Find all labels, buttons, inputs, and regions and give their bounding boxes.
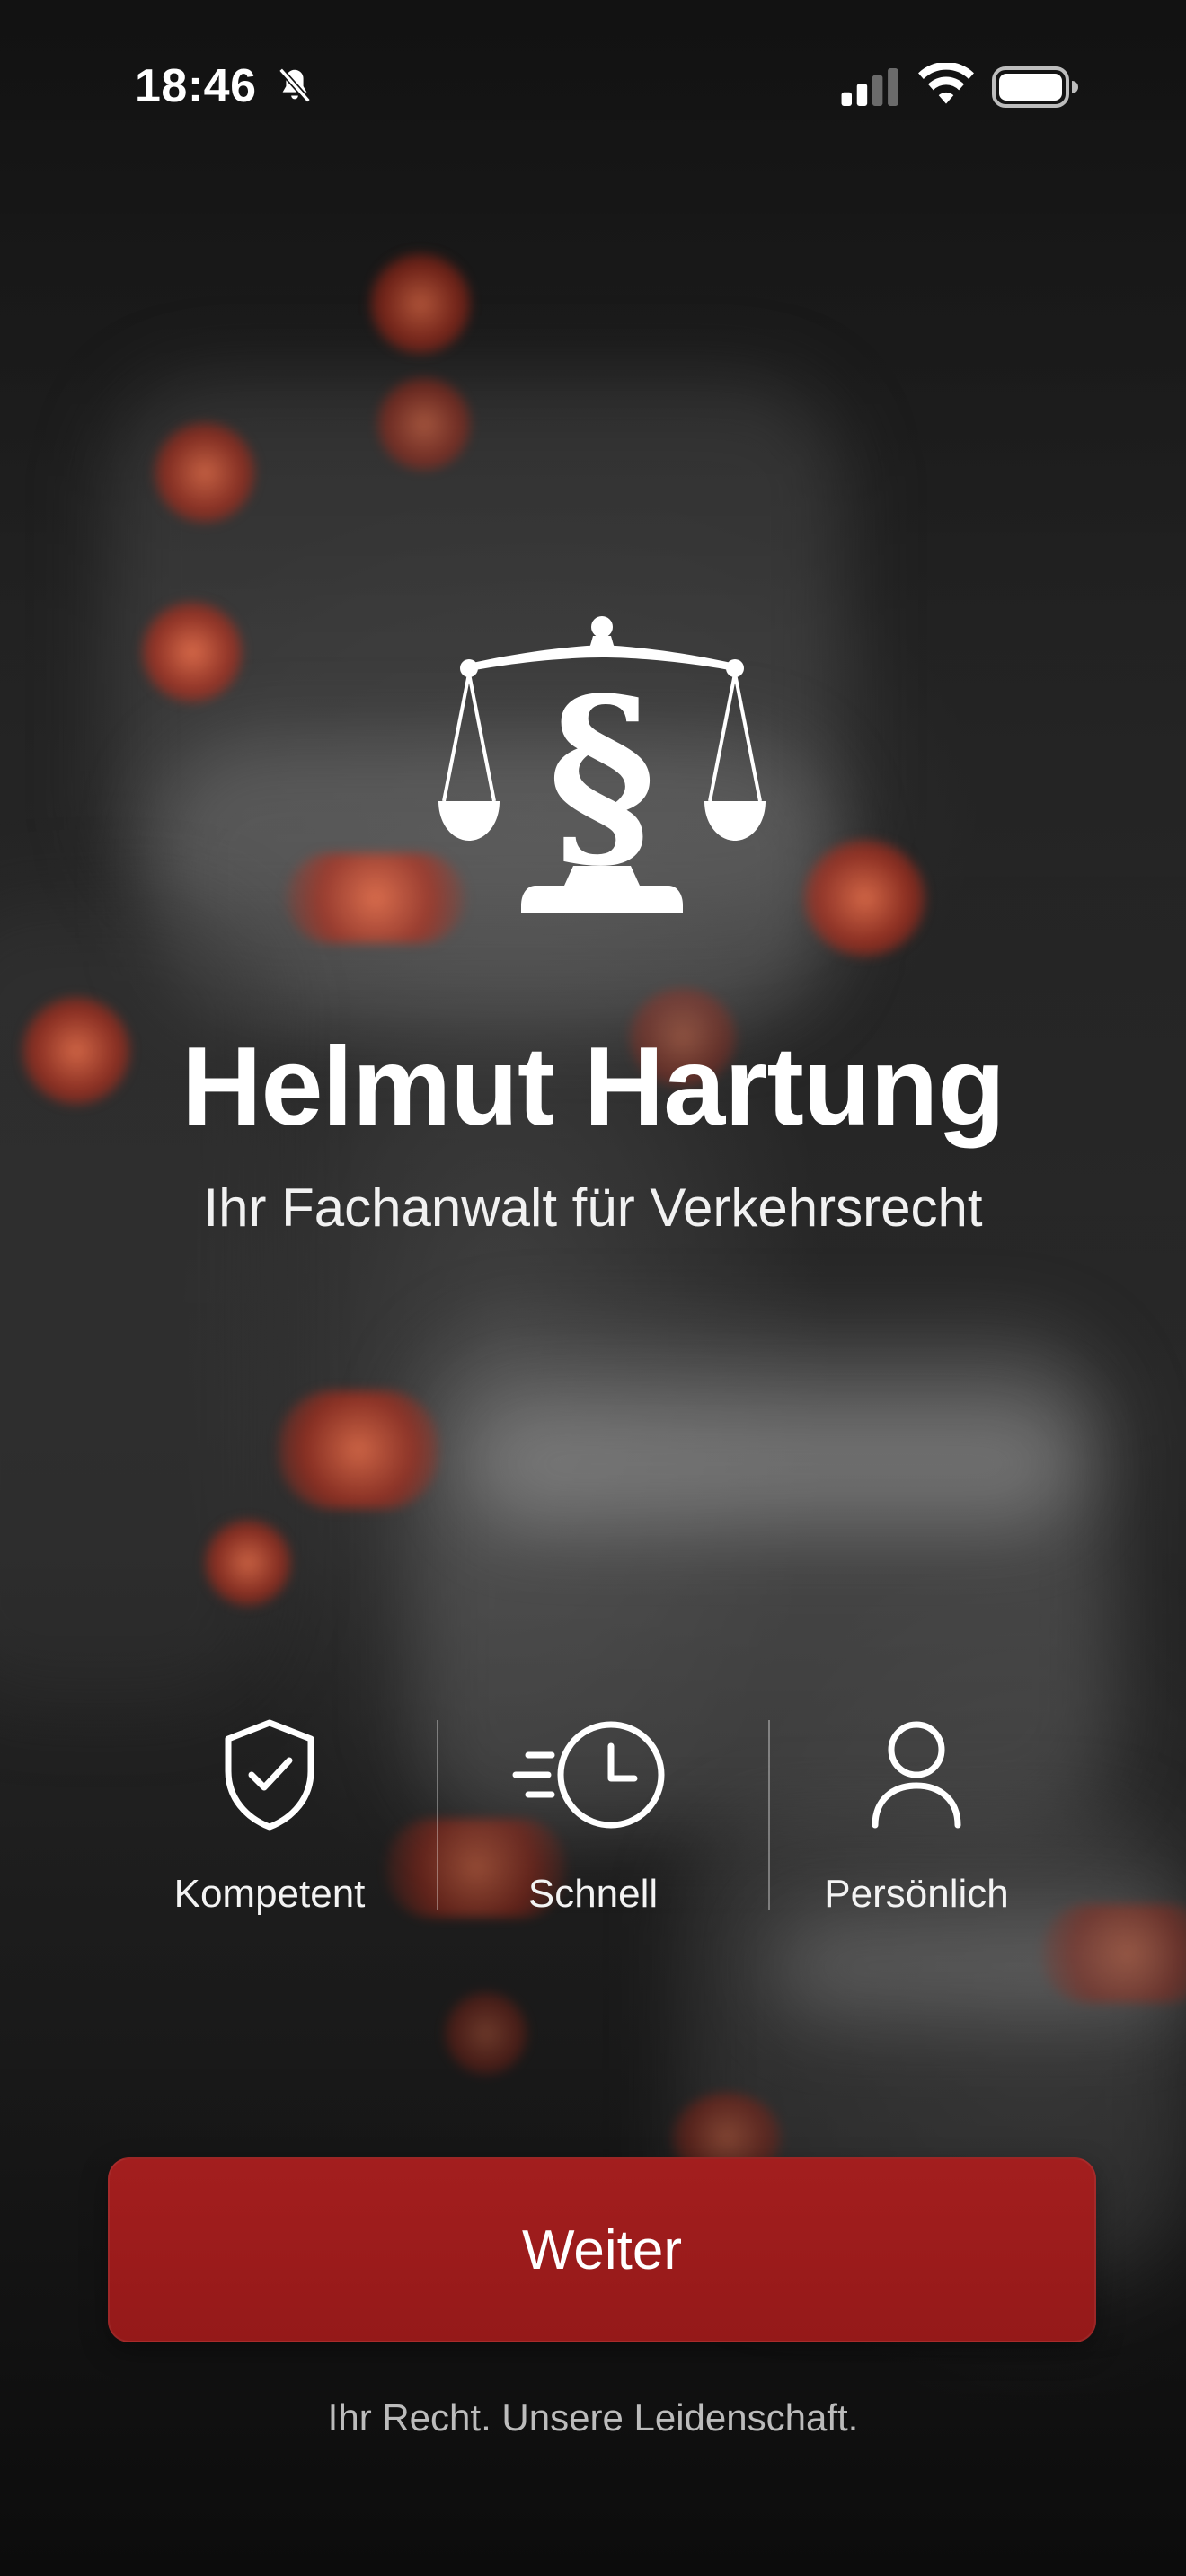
app-title: Helmut Hartung	[181, 1025, 1005, 1149]
person-icon	[872, 1721, 961, 1829]
feature-label: Schnell	[527, 1872, 659, 1916]
clock-speed-icon	[512, 1721, 665, 1829]
feature-competent: Kompetent	[108, 1716, 431, 1916]
feature-fast: Schnell	[431, 1716, 755, 1916]
bell-slash-icon	[279, 67, 311, 103]
tagline: Ihr Recht. Unsere Leidenschaft.	[327, 2396, 859, 2439]
battery-icon	[992, 66, 1078, 108]
status-time: 18:46	[135, 60, 257, 112]
app-subtitle: Ihr Fachanwalt für Verkehrsrecht	[203, 1178, 983, 1238]
cellular-signal-icon	[841, 68, 898, 106]
shield-check-icon	[225, 1719, 314, 1831]
feature-row: Kompetent Schnell Persönlich	[108, 1716, 1078, 1916]
feature-divider	[768, 1720, 770, 1910]
feature-personal: Persönlich	[755, 1716, 1078, 1916]
svg-text:§: §	[548, 653, 656, 895]
continue-button[interactable]: Weiter	[108, 2157, 1096, 2342]
wifi-icon	[918, 63, 974, 104]
scales-of-justice-paragraph-icon: §	[438, 616, 766, 913]
feature-divider	[437, 1720, 438, 1910]
welcome-screen: 18:46 § Helmut Hartung Ihr Fachanwalt fü…	[0, 0, 1186, 2576]
status-bar: 18:46	[0, 0, 1186, 171]
feature-label: Persönlich	[824, 1872, 1009, 1916]
feature-label: Kompetent	[173, 1872, 366, 1916]
